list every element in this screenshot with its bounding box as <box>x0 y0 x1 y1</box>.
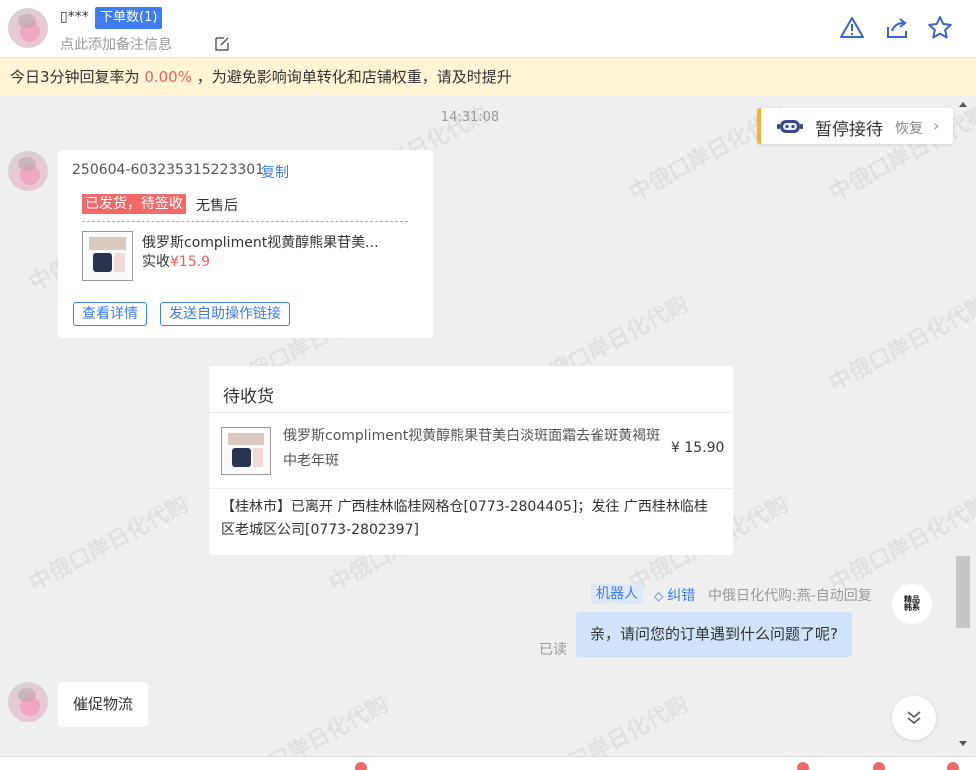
eraser-icon: ◇ <box>654 589 664 603</box>
reply-rate-warning: 今日3分钟回复率为 0.00% ，为避免影响询单转化和店铺权重，请及时提升 <box>0 58 976 96</box>
logistics-info: 【桂林市】已离开 广西桂林临桂网格仓[0773-2804405]；发往 广西桂林… <box>221 499 708 538</box>
robot-badge: 机器人 <box>591 584 643 604</box>
correct-label: 纠错 <box>667 588 696 604</box>
watermark-text: 中俄口岸日化代购 <box>25 491 193 597</box>
footer-bar <box>0 756 976 770</box>
notification-dot <box>355 762 367 770</box>
read-status: 已读 <box>539 642 567 658</box>
product-price: ¥ 15.90 <box>671 440 725 456</box>
edit-icon[interactable] <box>213 35 231 53</box>
notification-dot <box>873 762 885 770</box>
sender-name: 中俄日化代购:燕-自动回复 <box>708 588 872 604</box>
warning-suffix: ，为避免影响询单转化和店铺权重，请及时提升 <box>191 68 512 86</box>
correct-button[interactable]: ◇ 纠错 <box>654 585 695 605</box>
incoming-message[interactable]: 催促物流 <box>58 682 149 727</box>
customer-avatar[interactable] <box>8 8 48 48</box>
warning-icon[interactable] <box>839 15 865 41</box>
warning-prefix: 今日3分钟回复率为 <box>10 68 145 86</box>
scrollbar-thumb[interactable] <box>956 556 970 628</box>
product-thumbnail[interactable] <box>221 427 271 475</box>
pause-reception-panel: 暂停接待 恢复 › <box>757 108 953 144</box>
scroll-down-arrow-icon[interactable] <box>959 741 967 746</box>
order-card: 250604-603235315223301 复制 已发货，待签收 无售后 俄罗… <box>58 150 433 338</box>
robot-icon <box>777 120 803 133</box>
divider <box>209 412 733 413</box>
order-count-badge[interactable]: 下单数(1) <box>95 7 163 29</box>
product-thumbnail[interactable] <box>82 231 133 281</box>
double-chevron-down-icon <box>907 711 921 725</box>
order-status-badge: 已发货，待签收 <box>82 194 186 214</box>
reply-rate-value: 0.00% <box>144 68 192 86</box>
outgoing-message[interactable]: 亲，请问您的订单遇到什么问题了呢? <box>576 612 852 657</box>
send-self-service-link-button[interactable]: 发送自助操作链接 <box>160 302 290 326</box>
watermark-text: 中俄口岸日化代购 <box>525 691 693 756</box>
paid-price: ¥15.9 <box>170 254 211 270</box>
star-icon[interactable] <box>927 15 953 41</box>
shop-avatar-text: 精品 韩系 <box>904 595 920 612</box>
after-sale-status: 无售后 <box>196 198 238 214</box>
product-name[interactable]: 俄罗斯compliment视黄醇熊果苷美白淡斑面霜去雀斑黄褐斑中老年斑 <box>283 424 663 474</box>
customer-avatar[interactable] <box>8 682 48 722</box>
scroll-up-arrow-icon[interactable] <box>959 102 967 107</box>
customer-name: ▯*** <box>60 9 89 25</box>
resume-button[interactable]: 恢复 <box>895 118 923 138</box>
shipping-card-title: 待收货 <box>223 387 274 407</box>
copy-order-button[interactable]: 复制 <box>261 162 289 182</box>
divider <box>82 221 408 222</box>
remark-input[interactable]: 点此添加备注信息 <box>60 34 172 54</box>
customer-avatar[interactable] <box>8 151 48 191</box>
scroll-to-bottom-button[interactable] <box>892 696 936 740</box>
chat-header: ▯*** 下单数(1) 点此添加备注信息 <box>0 0 976 58</box>
divider <box>209 488 733 489</box>
paid-label: 实收 <box>142 254 170 270</box>
share-icon[interactable] <box>884 15 910 41</box>
chevron-right-icon[interactable]: › <box>933 116 939 135</box>
notification-dot <box>797 762 809 770</box>
product-name[interactable]: 俄罗斯compliment视黄醇熊果苷美... <box>142 232 422 252</box>
notification-dot <box>947 762 959 770</box>
shop-avatar[interactable]: 精品 韩系 <box>892 584 932 624</box>
chat-area: 中俄口岸日化代购 中俄口岸日化代购 中俄口岸日化代购 中俄口岸日化代购 中俄口岸日化代购… <box>0 96 976 756</box>
shipping-status-card: 待收货 俄罗斯compliment视黄醇熊果苷美白淡斑面霜去雀斑黄褐斑中老年斑 … <box>209 366 733 555</box>
order-number: 250604-603235315223301 <box>72 162 265 178</box>
chat-scrollbar[interactable] <box>954 96 976 756</box>
pause-label: 暂停接待 <box>815 120 883 140</box>
view-details-button[interactable]: 查看详情 <box>73 302 147 326</box>
paid-amount: 实收¥15.9 <box>142 251 210 271</box>
watermark-text: 中俄口岸日化代购 <box>225 691 393 756</box>
